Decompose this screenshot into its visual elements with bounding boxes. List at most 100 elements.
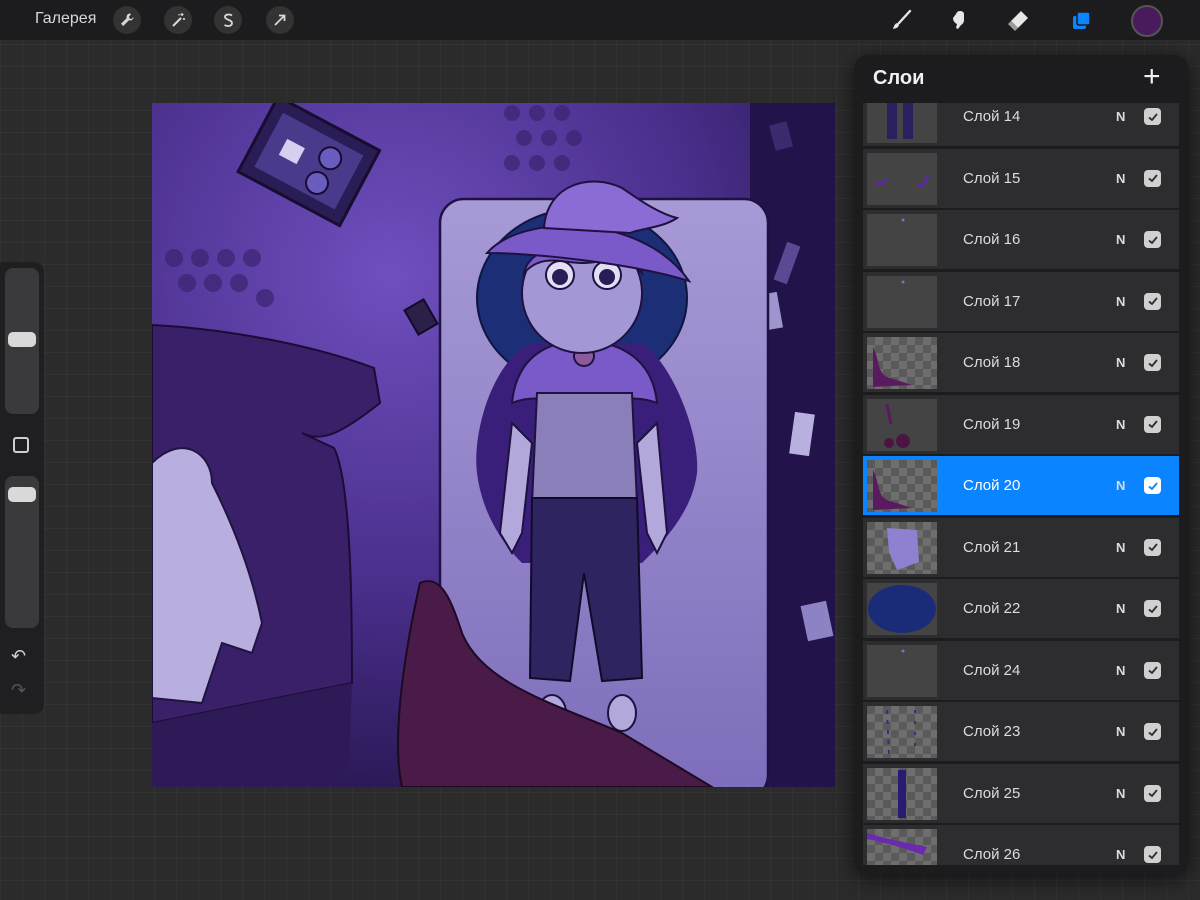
layer-visibility-checkbox[interactable] [1144, 354, 1161, 371]
checkmark-icon [1147, 604, 1158, 613]
layer-blend-mode[interactable]: N [1116, 232, 1125, 247]
modify-button[interactable] [13, 437, 29, 453]
layer-list[interactable]: Слой 14 N Слой 15 N Слой 16 N Слой 17 N Слой 18 N… [863, 103, 1179, 865]
layer-visibility-checkbox[interactable] [1144, 169, 1161, 187]
checkmark-icon [1147, 666, 1158, 675]
checkmark-icon [1147, 297, 1158, 306]
gallery-button[interactable]: Галерея [35, 10, 96, 28]
layer-blend-mode[interactable]: N [1116, 847, 1125, 862]
opacity-slider[interactable] [5, 476, 39, 628]
layers-panel-title: Слои [873, 67, 925, 89]
layer-row[interactable]: Слой 25 N [863, 763, 1179, 824]
layer-thumbnail[interactable] [867, 706, 937, 758]
color-swatch[interactable] [1131, 5, 1163, 37]
opacity-thumb[interactable] [8, 486, 36, 502]
layer-name: Слой 25 [963, 784, 1021, 802]
layer-thumbnail[interactable] [867, 152, 937, 205]
layer-blend-mode[interactable]: N [1116, 294, 1125, 309]
layer-row[interactable]: Слой 20 N [863, 456, 1179, 516]
checkmark-icon [1147, 543, 1158, 552]
layer-visibility-checkbox[interactable] [1144, 415, 1161, 433]
layer-name: Слой 26 [963, 846, 1021, 863]
layer-row[interactable]: Слой 21 N [863, 517, 1179, 578]
layer-thumbnail[interactable] [867, 521, 937, 574]
checkmark-icon [1147, 112, 1158, 121]
redo-icon[interactable]: ↷ [11, 680, 26, 701]
layer-visibility-checkbox[interactable] [1144, 108, 1161, 125]
layer-visibility-checkbox[interactable] [1144, 846, 1161, 863]
layer-blend-mode[interactable]: N [1116, 663, 1125, 678]
layers-panel: Слои + Слой 14 N Слой 15 N Слой 16 N Слой 17 N С… [854, 55, 1189, 875]
drawing-canvas[interactable] [152, 103, 835, 787]
layer-blend-mode[interactable]: N [1116, 355, 1125, 370]
layer-row[interactable]: Слой 14 N [863, 103, 1179, 147]
top-toolbar: Галерея [0, 0, 1200, 40]
layer-visibility-checkbox[interactable] [1144, 723, 1161, 740]
brush-icon[interactable] [888, 6, 916, 34]
layer-blend-mode[interactable]: N [1116, 601, 1125, 616]
layer-name: Слой 15 [963, 169, 1021, 187]
layer-thumbnail[interactable] [867, 583, 937, 635]
layer-visibility-checkbox[interactable] [1144, 231, 1161, 248]
layer-thumbnail[interactable] [867, 829, 937, 865]
layer-thumbnail[interactable] [867, 644, 937, 697]
layer-blend-mode[interactable]: N [1116, 171, 1125, 186]
layer-thumbnail[interactable] [867, 398, 937, 451]
layer-thumbnail[interactable] [867, 337, 937, 389]
layer-thumbnail[interactable] [867, 103, 937, 143]
layer-name: Слой 21 [963, 538, 1021, 556]
layer-blend-mode[interactable]: N [1116, 724, 1125, 739]
layer-visibility-checkbox[interactable] [1144, 600, 1161, 617]
layer-blend-mode[interactable]: N [1116, 417, 1125, 432]
layer-row[interactable]: Слой 22 N [863, 579, 1179, 639]
layer-row[interactable]: Слой 16 N [863, 210, 1179, 270]
checkmark-icon [1147, 174, 1158, 183]
layer-row[interactable]: Слой 17 N [863, 271, 1179, 332]
add-layer-button[interactable]: + [1143, 62, 1161, 92]
layer-name: Слой 23 [963, 723, 1021, 740]
layer-thumbnail[interactable] [867, 214, 937, 266]
layer-name: Слой 18 [963, 354, 1021, 371]
layer-thumbnail[interactable] [867, 460, 937, 512]
undo-icon[interactable]: ↶ [11, 646, 26, 667]
checkmark-icon [1147, 850, 1158, 859]
layer-name: Слой 19 [963, 415, 1021, 433]
layer-blend-mode[interactable]: N [1116, 786, 1125, 801]
checkmark-icon [1147, 789, 1158, 798]
layer-visibility-checkbox[interactable] [1144, 784, 1161, 802]
layer-thumbnail[interactable] [867, 767, 937, 820]
shirt [530, 392, 639, 504]
wrench-icon[interactable] [113, 6, 141, 34]
layer-name: Слой 20 [963, 477, 1021, 494]
layer-blend-mode[interactable]: N [1116, 540, 1125, 555]
brush-size-slider[interactable] [5, 268, 39, 414]
layer-row[interactable]: Слой 23 N [863, 702, 1179, 762]
layer-visibility-checkbox[interactable] [1144, 292, 1161, 310]
layer-blend-mode[interactable]: N [1116, 109, 1125, 124]
artwork [152, 103, 835, 787]
checkmark-icon [1147, 481, 1158, 490]
layer-row[interactable]: Слой 24 N [863, 640, 1179, 701]
layer-row[interactable]: Слой 18 N [863, 333, 1179, 393]
eraser-icon[interactable] [1005, 6, 1033, 34]
layer-name: Слой 17 [963, 292, 1021, 310]
checkmark-icon [1147, 727, 1158, 736]
layer-blend-mode[interactable]: N [1116, 478, 1125, 493]
smudge-icon[interactable] [945, 6, 973, 34]
checkmark-icon [1147, 235, 1158, 244]
layer-visibility-checkbox[interactable] [1144, 538, 1161, 556]
transform-arrow-icon[interactable] [266, 6, 294, 34]
layer-row[interactable]: Слой 15 N [863, 148, 1179, 209]
layer-thumbnail[interactable] [867, 275, 937, 328]
checkmark-icon [1147, 420, 1158, 429]
layer-visibility-checkbox[interactable] [1144, 477, 1161, 494]
magic-wand-icon[interactable] [164, 6, 192, 34]
layer-name: Слой 16 [963, 231, 1021, 248]
layer-visibility-checkbox[interactable] [1144, 661, 1161, 679]
brush-size-thumb[interactable] [8, 332, 36, 348]
layer-row[interactable]: Слой 26 N [863, 825, 1179, 865]
selection-s-icon[interactable] [214, 6, 242, 34]
layer-name: Слой 14 [963, 108, 1021, 125]
layers-icon[interactable] [1068, 6, 1096, 34]
layer-row[interactable]: Слой 19 N [863, 394, 1179, 455]
